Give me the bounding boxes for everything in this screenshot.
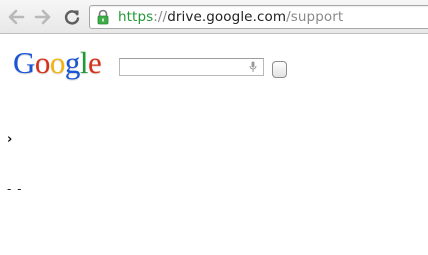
address-bar[interactable]: https://drive.google.com/support (89, 5, 428, 29)
search-button[interactable] (272, 61, 287, 78)
url-host: drive.google.com (167, 9, 287, 25)
google-logo[interactable]: Google (13, 45, 102, 80)
reload-button[interactable] (62, 7, 82, 27)
logo-letter-e: e (88, 45, 102, 80)
logo-letter-g: G (13, 45, 35, 80)
microphone-icon[interactable] (249, 61, 257, 73)
url-path: /support (286, 9, 344, 25)
back-button[interactable] (6, 7, 26, 27)
arrow-left-icon (8, 9, 25, 25)
placeholder-dashes: - - (7, 182, 23, 196)
reload-icon (64, 10, 80, 25)
logo-letter-g2: g (64, 45, 81, 80)
browser-toolbar: https://drive.google.com/support (0, 0, 428, 34)
arrow-right-icon (34, 9, 51, 25)
url-text[interactable]: https://drive.google.com/support (118, 9, 343, 25)
lock-icon (97, 9, 109, 25)
forward-button[interactable] (33, 7, 53, 27)
url-separator: :// (153, 9, 168, 25)
breadcrumb-chevron: › (7, 132, 13, 147)
url-scheme: https (118, 9, 154, 25)
search-input[interactable] (120, 59, 246, 75)
search-box (119, 58, 264, 76)
logo-letter-o2: o (49, 45, 66, 80)
logo-letter-l: l (79, 45, 89, 80)
logo-letter-o: o (34, 45, 51, 80)
